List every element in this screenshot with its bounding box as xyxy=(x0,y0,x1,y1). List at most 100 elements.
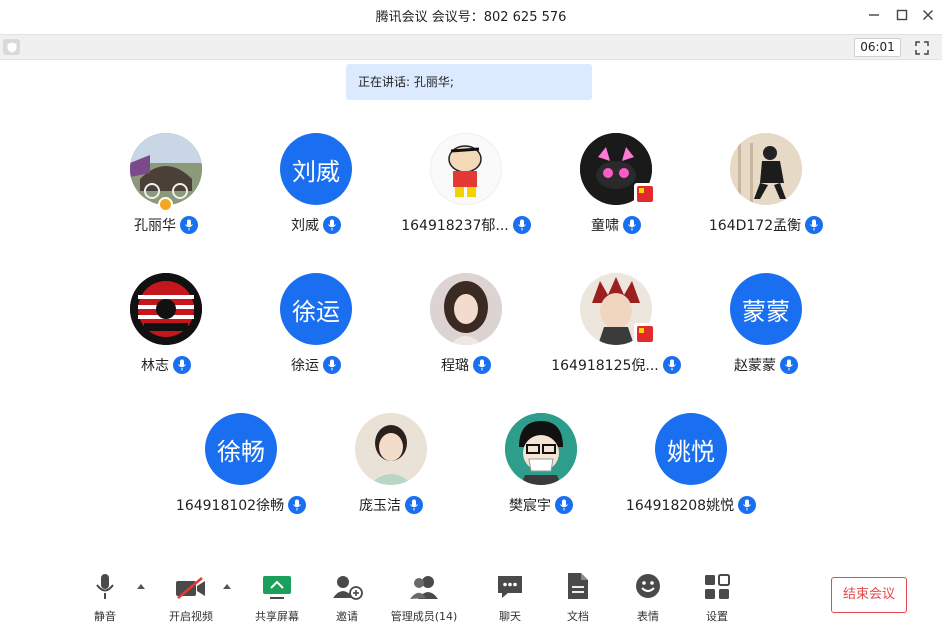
participant-name-row: 徐运 xyxy=(236,355,396,375)
avatar xyxy=(430,273,502,345)
participant-name: 孔丽华 xyxy=(134,218,176,234)
title-bar: 腾讯会议 会议号：802 625 576 xyxy=(0,0,942,32)
flag-badge xyxy=(634,183,656,205)
microphone-icon xyxy=(738,496,757,514)
audio-options-caret-icon[interactable] xyxy=(137,584,145,589)
window-title: 腾讯会议 会议号：802 625 576 xyxy=(375,10,567,25)
microphone-icon xyxy=(473,356,491,374)
avatar xyxy=(505,413,577,485)
participant-name: 164918102徐畅 xyxy=(175,498,285,514)
close-icon xyxy=(923,10,933,20)
microphone-icon xyxy=(405,496,423,514)
participant-tile[interactable]: 刘威 刘威 xyxy=(236,133,396,243)
participant-name: 164918208姚悦 xyxy=(625,498,735,514)
fullscreen-icon xyxy=(915,41,929,55)
emoji-button[interactable]: 表情 xyxy=(633,572,663,624)
share-screen-icon xyxy=(262,572,292,600)
avatar xyxy=(355,413,427,485)
participant-name-row: 孔丽华 xyxy=(86,215,246,235)
emoji-label: 表情 xyxy=(637,610,659,623)
video-off-icon xyxy=(174,572,208,600)
invite-label: 邀请 xyxy=(336,610,358,623)
participant-tile[interactable]: 姚悦 164918208姚悦 xyxy=(611,413,771,523)
participant-tile[interactable]: 164D172孟衡 xyxy=(686,133,846,243)
participant-tile[interactable]: 徐运 徐运 xyxy=(236,273,396,383)
microphone-icon xyxy=(512,216,531,234)
microphone-icon xyxy=(95,572,115,600)
participant-name: 刘威 xyxy=(291,218,319,234)
participant-name: 164D172孟衡 xyxy=(708,218,802,234)
add-user-icon xyxy=(331,572,363,600)
microphone-icon xyxy=(805,216,824,234)
chat-button[interactable]: 聊天 xyxy=(495,572,525,624)
mute-label: 静音 xyxy=(94,610,116,623)
fullscreen-button[interactable] xyxy=(912,39,932,57)
participant-tile[interactable]: 程璐 xyxy=(386,273,546,383)
microphone-icon xyxy=(180,216,198,234)
avatar: 刘威 xyxy=(280,133,352,205)
manage-members-label: 管理成员(14) xyxy=(390,610,458,623)
participant-name: 164918125倪... xyxy=(551,358,659,374)
minimize-button[interactable] xyxy=(861,4,887,26)
close-button[interactable] xyxy=(915,4,941,26)
participant-name: 庞玉洁 xyxy=(359,498,401,514)
participant-name-row: 林志 xyxy=(86,355,246,375)
microphone-icon xyxy=(555,496,573,514)
host-badge xyxy=(158,197,173,212)
settings-grid-icon xyxy=(704,572,730,600)
end-meeting-button[interactable]: 结束会议 xyxy=(831,577,907,613)
settings-button[interactable]: 设置 xyxy=(702,572,732,624)
emoji-icon xyxy=(634,572,662,600)
participant-tile[interactable]: 童啸 xyxy=(536,133,696,243)
participant-name-row: 164D172孟衡 xyxy=(686,215,846,235)
chat-label: 聊天 xyxy=(499,610,521,623)
participant-tile[interactable]: 164918237郁... xyxy=(386,133,546,243)
meeting-toolbar: 静音 开启视频 共享屏幕 邀请 管理成员(14) 聊天 文档 表情 设置 结束会… xyxy=(0,560,942,631)
participant-name-row: 164918102徐畅 xyxy=(161,495,321,515)
video-options-caret-icon[interactable] xyxy=(223,584,231,589)
participant-name: 程璐 xyxy=(441,358,469,374)
participant-name-row: 庞玉洁 xyxy=(311,495,471,515)
participant-name-row: 164918237郁... xyxy=(386,215,546,235)
participant-tile[interactable]: 徐畅 164918102徐畅 xyxy=(161,413,321,523)
microphone-icon xyxy=(288,496,307,514)
document-icon xyxy=(566,572,590,600)
microphone-icon xyxy=(623,216,641,234)
participant-name: 徐运 xyxy=(291,358,319,374)
participant-tile[interactable]: 蒙蒙 赵蒙蒙 xyxy=(686,273,846,383)
participant-name-row: 164918208姚悦 xyxy=(611,495,771,515)
participant-tile[interactable]: 164918125倪... xyxy=(536,273,696,383)
invite-button[interactable]: 邀请 xyxy=(331,572,363,624)
participant-name-row: 赵蒙蒙 xyxy=(686,355,846,375)
settings-label: 设置 xyxy=(706,610,728,623)
avatar xyxy=(430,133,502,205)
microphone-icon xyxy=(323,216,341,234)
minimize-icon xyxy=(869,14,879,16)
participant-name: 樊宸宇 xyxy=(509,498,551,514)
participant-name-row: 程璐 xyxy=(386,355,546,375)
participant-tile[interactable]: 林志 xyxy=(86,273,246,383)
security-shield-icon[interactable] xyxy=(3,39,20,55)
avatar xyxy=(130,273,202,345)
participant-tile[interactable]: 庞玉洁 xyxy=(311,413,471,523)
microphone-icon xyxy=(173,356,191,374)
participant-tile[interactable]: 樊宸宇 xyxy=(461,413,621,523)
microphone-icon xyxy=(662,356,681,374)
documents-button[interactable]: 文档 xyxy=(563,572,593,624)
participant-name-row: 刘威 xyxy=(236,215,396,235)
participant-name-row: 164918125倪... xyxy=(536,355,696,375)
participant-name-row: 童啸 xyxy=(536,215,696,235)
chat-icon xyxy=(496,572,524,600)
share-screen-button[interactable]: 共享屏幕 xyxy=(252,572,302,624)
mute-button[interactable]: 静音 xyxy=(90,572,120,624)
manage-members-button[interactable]: 管理成员(14) xyxy=(390,572,458,624)
share-screen-label: 共享屏幕 xyxy=(255,610,299,623)
avatar: 姚悦 xyxy=(655,413,727,485)
speaking-indicator: 正在讲话: 孔丽华; xyxy=(346,64,592,100)
avatar xyxy=(130,133,202,205)
participant-tile[interactable]: 孔丽华 xyxy=(86,133,246,243)
participant-name: 童啸 xyxy=(591,218,619,234)
maximize-button[interactable] xyxy=(889,4,915,26)
start-video-button[interactable]: 开启视频 xyxy=(165,572,217,624)
participant-name: 林志 xyxy=(141,358,169,374)
